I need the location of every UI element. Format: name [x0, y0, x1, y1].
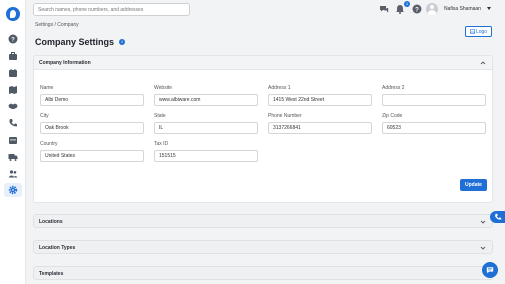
address1-field[interactable]: [268, 94, 372, 106]
chat-bubbles-icon[interactable]: [379, 4, 389, 14]
zip-code-field[interactable]: [382, 122, 486, 134]
users-icon[interactable]: [8, 169, 18, 179]
search-input[interactable]: [33, 3, 190, 16]
panel-title: Company Information: [39, 60, 91, 66]
svg-text:?: ?: [415, 7, 419, 13]
logo-button-label: Logo: [475, 28, 488, 35]
logo-button[interactable]: Logo: [465, 26, 492, 37]
locations-section[interactable]: Locations: [33, 214, 493, 228]
templates-section[interactable]: Templates: [33, 266, 493, 280]
country-label: Country: [40, 141, 58, 147]
sidebar: ?: [0, 0, 26, 284]
user-name[interactable]: Nafisa Shamaan: [444, 6, 481, 12]
phone-number-label: Phone Number: [268, 113, 302, 119]
chevron-down-icon[interactable]: [480, 245, 486, 251]
address1-label: Address 1: [268, 85, 291, 91]
website-label: Website: [154, 85, 172, 91]
update-button[interactable]: Update: [460, 179, 487, 191]
locations-header[interactable]: Locations: [34, 215, 492, 229]
image-icon: [469, 29, 475, 34]
section-title: Templates: [39, 271, 64, 277]
tax-id-label: Tax ID: [154, 141, 169, 147]
chevron-down-icon[interactable]: [487, 7, 491, 10]
city-label: City: [40, 113, 49, 119]
map-icon[interactable]: [8, 85, 18, 95]
city-field[interactable]: [40, 122, 144, 134]
calendar-icon[interactable]: [8, 68, 18, 78]
location-types-header[interactable]: Location Types: [34, 241, 492, 255]
breadcrumb: Settings / Company: [35, 22, 79, 28]
name-field[interactable]: [40, 94, 144, 106]
help-circle-icon[interactable]: ?: [412, 4, 422, 14]
company-information-header[interactable]: Company Information: [34, 56, 492, 70]
state-field[interactable]: [154, 122, 258, 134]
state-label: State: [154, 113, 166, 119]
zip-code-label: Zip Code: [382, 113, 403, 119]
phone-icon[interactable]: [8, 118, 18, 128]
country-field[interactable]: [40, 150, 144, 162]
chevron-up-icon[interactable]: [480, 60, 486, 66]
briefcase-icon[interactable]: [8, 51, 18, 61]
website-field[interactable]: [154, 94, 258, 106]
avatar[interactable]: [426, 3, 438, 15]
top-bar: 1 ? Nafisa Shamaan: [26, 0, 505, 20]
address2-label: Address 2: [382, 85, 405, 91]
chat-icon: [486, 267, 494, 274]
address2-field[interactable]: [382, 94, 486, 106]
info-icon[interactable]: i: [119, 39, 125, 45]
section-title: Locations: [39, 219, 63, 225]
page-title: Company Settings: [35, 37, 115, 47]
floating-chat-button[interactable]: [482, 262, 498, 278]
phone-number-field[interactable]: [268, 122, 372, 134]
brand-logo[interactable]: [6, 7, 20, 21]
templates-header[interactable]: Templates: [34, 267, 492, 281]
calendar-grid-icon[interactable]: [8, 135, 18, 145]
gear-icon[interactable]: [8, 185, 18, 195]
notification-count-badge: 1: [404, 1, 410, 7]
chevron-down-icon[interactable]: [480, 219, 486, 225]
section-title: Location Types: [39, 245, 76, 251]
location-types-section[interactable]: Location Types: [33, 240, 493, 254]
handshake-icon[interactable]: [8, 101, 18, 111]
phone-icon: [495, 213, 502, 220]
help-icon[interactable]: ?: [8, 34, 18, 44]
truck-icon[interactable]: [8, 152, 18, 162]
name-label: Name: [40, 85, 54, 91]
svg-text:?: ?: [11, 37, 15, 43]
tax-id-field[interactable]: [154, 150, 258, 162]
floating-phone-button[interactable]: [490, 211, 505, 223]
